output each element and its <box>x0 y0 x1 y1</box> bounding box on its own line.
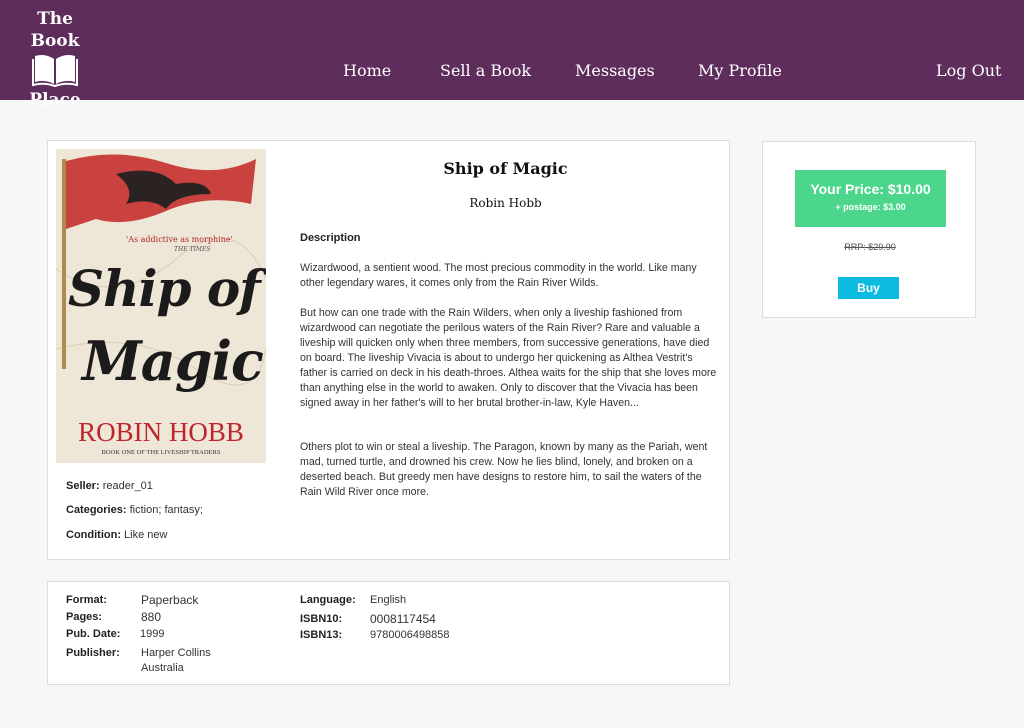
categories-label: Categories: <box>66 504 127 516</box>
book-details-card: Format: Paperback Pages: 880 Pub. Date: … <box>47 581 730 685</box>
description-paragraph: But how can one trade with the Rain Wild… <box>300 307 717 409</box>
publisher-value-line1: Harper Collins <box>141 647 211 659</box>
nav-my-profile[interactable]: My Profile <box>698 61 782 80</box>
language-value: English <box>370 594 407 606</box>
cover-title-line1: Ship of <box>68 259 261 318</box>
condition-label: Condition: <box>66 529 121 541</box>
condition-row: Condition: Like new <box>66 529 167 541</box>
categories-row: Categories: fiction; fantasy; <box>66 504 203 516</box>
logo-text-line2: Place <box>29 90 81 110</box>
pubdate-value: 1999 <box>140 628 165 640</box>
site-logo[interactable]: The Book Place <box>10 8 100 111</box>
nav-home[interactable]: Home <box>343 61 391 80</box>
description-paragraph: Others plot to win or steal a liveship. … <box>300 441 708 498</box>
logo-text-line1: The Book <box>30 9 80 51</box>
rrp-price: RRP: $29.90 <box>844 242 896 252</box>
cover-quote: 'As addictive as morphine' <box>126 235 233 244</box>
book-title: Ship of Magic <box>443 159 568 178</box>
format-label: Format: <box>66 594 107 606</box>
format-value: Paperback <box>141 593 199 607</box>
cover-series: BOOK ONE OF THE LIVESHIP TRADERS <box>101 449 221 456</box>
postage-value: + postage: $3.00 <box>835 202 906 212</box>
publisher-value-line2: Australia <box>141 662 184 674</box>
top-navbar: The Book Place Home Sell a Book Messages… <box>0 0 1024 110</box>
pages-label: Pages: <box>66 611 103 623</box>
price-value: Your Price: $10.00 <box>810 181 931 197</box>
description-heading: Description <box>300 232 361 244</box>
buy-button[interactable]: Buy <box>838 277 899 299</box>
nav-messages[interactable]: Messages <box>575 61 655 80</box>
nav-sell-a-book[interactable]: Sell a Book <box>440 61 531 80</box>
language-label: Language: <box>300 594 356 606</box>
price-box: Your Price: $10.00 + postage: $3.00 <box>795 170 946 227</box>
open-book-icon <box>32 55 78 87</box>
seller-value[interactable]: reader_01 <box>103 480 153 492</box>
pages-value: 880 <box>141 610 162 624</box>
price-card: Your Price: $10.00 + postage: $3.00 RRP:… <box>762 141 976 318</box>
cover-author: ROBIN HOBB <box>78 417 244 447</box>
pubdate-label: Pub. Date: <box>66 628 121 640</box>
description-paragraph: Wizardwood, a sentient wood. The most pr… <box>300 262 697 289</box>
publisher-label: Publisher: <box>66 647 120 659</box>
book-cover-image: 'As addictive as morphine' THE TIMES Shi… <box>56 149 266 463</box>
seller-label: Seller: <box>66 480 100 492</box>
cover-title-line2: Magic <box>82 329 264 393</box>
book-detail-card: 'As addictive as morphine' THE TIMES Shi… <box>47 140 730 560</box>
seller-row: Seller: reader_01 <box>66 480 153 492</box>
isbn10-value: 0008117454 <box>370 612 436 626</box>
book-author: Robin Hobb <box>469 196 542 210</box>
isbn10-label: ISBN10: <box>300 613 343 625</box>
cover-quote-source: THE TIMES <box>174 246 211 253</box>
nav-log-out[interactable]: Log Out <box>936 61 1001 80</box>
isbn13-label: ISBN13: <box>300 629 343 641</box>
isbn13-value: 9780006498858 <box>370 629 450 641</box>
condition-value: Like new <box>124 529 168 541</box>
categories-value: fiction; fantasy; <box>129 504 203 516</box>
